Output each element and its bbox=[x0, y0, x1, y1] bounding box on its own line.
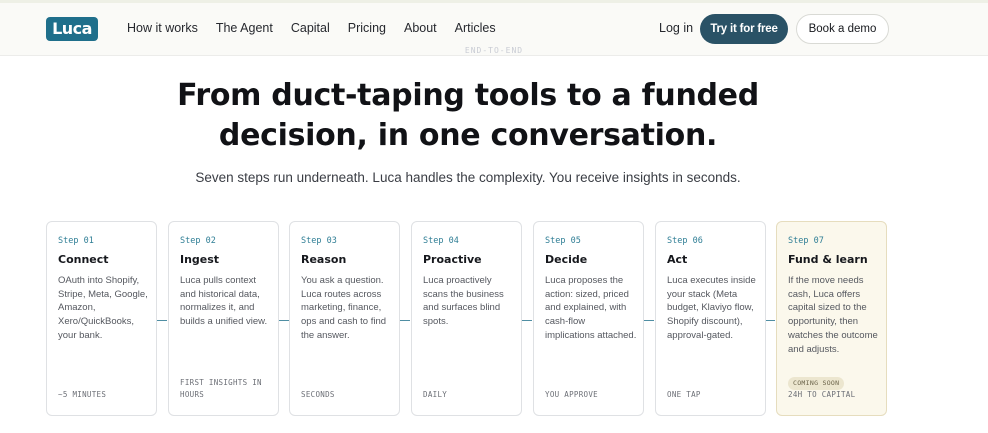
step-title: Reason bbox=[301, 253, 347, 266]
try-free-button[interactable]: Try it for free bbox=[700, 14, 788, 44]
step-number: Step 05 bbox=[545, 236, 581, 246]
step-description: OAuth into Shopify, Stripe, Meta, Google… bbox=[58, 275, 148, 341]
book-demo-button[interactable]: Book a demo bbox=[796, 14, 889, 44]
nav-link-articles[interactable]: Articles bbox=[455, 21, 496, 35]
step-title: Decide bbox=[545, 253, 588, 266]
step-description: Luca proposes the action: sized, priced … bbox=[545, 275, 637, 341]
step-timing: ONE TAP bbox=[667, 390, 701, 399]
hero-subheadline: Seven steps run underneath. Luca handles… bbox=[195, 170, 741, 185]
step-title: Act bbox=[667, 253, 688, 266]
step-timing: DAILY bbox=[423, 390, 448, 399]
step-number: Step 07 bbox=[788, 236, 824, 246]
step-connector bbox=[644, 320, 654, 321]
nav-link-the-agent[interactable]: The Agent bbox=[216, 21, 273, 35]
step-description: Luca pulls context and historical data, … bbox=[180, 275, 268, 328]
nav-link-about[interactable]: About bbox=[404, 21, 437, 35]
section-eyebrow: END-TO-END bbox=[464, 46, 524, 55]
step-description: Luca executes inside your stack (Meta bu… bbox=[667, 275, 756, 341]
step-title: Ingest bbox=[180, 253, 220, 266]
step-card-act: Step 06 Act Luca executes inside your st… bbox=[655, 221, 766, 416]
step-connector bbox=[157, 320, 167, 321]
step-timing: 24H TO CAPITAL bbox=[788, 390, 856, 399]
nav-link-pricing[interactable]: Pricing bbox=[348, 21, 386, 35]
nav-links: How it works The Agent Capital Pricing A… bbox=[127, 21, 514, 35]
nav-link-how-it-works[interactable]: How it works bbox=[127, 21, 198, 35]
step-timing: YOU APPROVE bbox=[545, 390, 598, 399]
step-connector bbox=[765, 320, 775, 321]
login-link[interactable]: Log in bbox=[659, 21, 693, 35]
step-timing: SECONDS bbox=[301, 390, 335, 399]
step-title: Connect bbox=[58, 253, 109, 266]
headline-line-1: From duct-taping tools to a funded bbox=[177, 78, 759, 113]
hero-headline: From duct-taping tools to a funded decis… bbox=[0, 76, 936, 156]
luca-logo[interactable]: Luca bbox=[46, 17, 98, 41]
step-description: If the move needs cash, Luca offers capi… bbox=[788, 275, 878, 355]
step-card-ingest: Step 02 Ingest Luca pulls context and hi… bbox=[168, 221, 279, 416]
step-number: Step 03 bbox=[301, 236, 337, 246]
step-card-fund-learn: Step 07 Fund & learn If the move needs c… bbox=[776, 221, 887, 416]
step-card-decide: Step 05 Decide Luca proposes the action:… bbox=[533, 221, 644, 416]
step-number: Step 06 bbox=[667, 236, 703, 246]
steps-row: Step 01 Connect OAuth into Shopify, Stri… bbox=[46, 221, 889, 418]
step-description: Luca proactively scans the business and … bbox=[423, 275, 504, 328]
step-card-reason: Step 03 Reason You ask a question. Luca … bbox=[289, 221, 400, 416]
step-timing: ~5 MINUTES bbox=[58, 390, 107, 399]
step-number: Step 02 bbox=[180, 236, 216, 246]
step-card-proactive: Step 04 Proactive Luca proactively scans… bbox=[411, 221, 522, 416]
step-connector bbox=[279, 320, 289, 321]
step-title: Fund & learn bbox=[788, 253, 868, 266]
step-description: You ask a question. Luca routes across m… bbox=[301, 275, 387, 341]
step-number: Step 01 bbox=[58, 236, 94, 246]
step-connector bbox=[400, 320, 410, 321]
step-title: Proactive bbox=[423, 253, 482, 266]
step-connector bbox=[522, 320, 532, 321]
step-number: Step 04 bbox=[423, 236, 459, 246]
nav-link-capital[interactable]: Capital bbox=[291, 21, 330, 35]
step-timing: FIRST INSIGHTS IN HOURS bbox=[180, 378, 262, 399]
headline-line-2: decision, in one conversation. bbox=[218, 118, 718, 153]
step-card-connect: Step 01 Connect OAuth into Shopify, Stri… bbox=[46, 221, 157, 416]
